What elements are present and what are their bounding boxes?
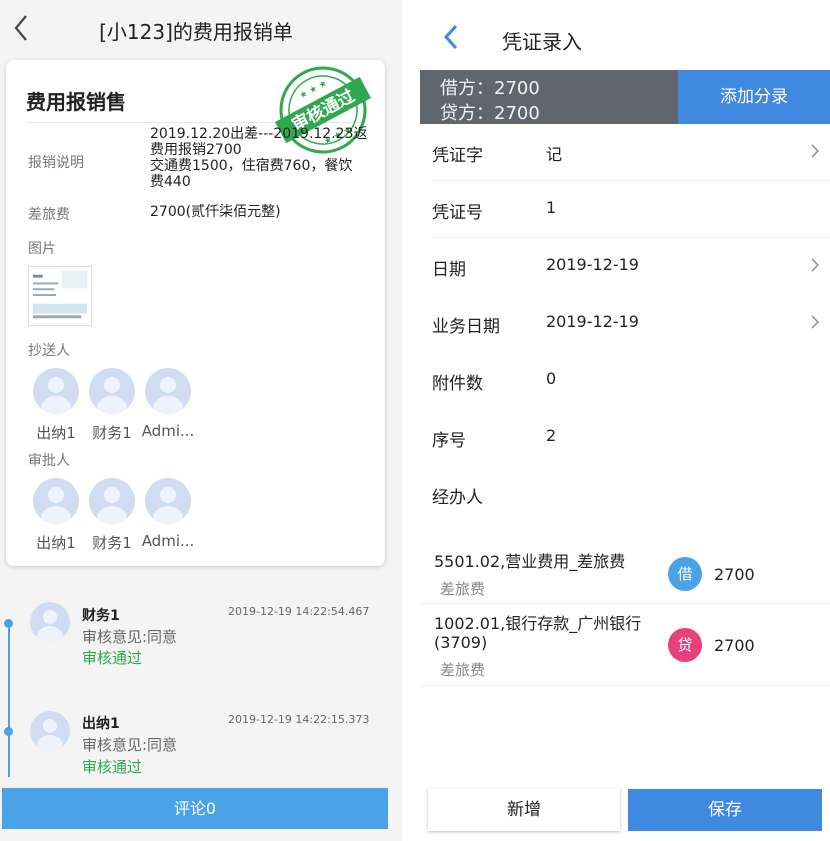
debit-badge: 借 — [668, 557, 702, 591]
account-line: (3709) — [434, 633, 488, 652]
bottom-action-bar: 新增 保存 — [420, 770, 830, 841]
chevron-right-icon — [811, 144, 820, 158]
comment-button[interactable]: 评论0 — [2, 788, 388, 829]
field-handler[interactable]: 经办人 — [420, 466, 830, 523]
avatar — [145, 478, 191, 524]
pane-divider — [402, 0, 420, 841]
person-name: 财务1 — [92, 534, 132, 552]
field-label: 日期 — [432, 260, 466, 280]
voucher-entry-pane: 凭证录入 借方：2700 贷方：2700 添加分录 凭证字 记 凭证号 1 日期… — [420, 0, 830, 841]
new-button[interactable]: 新增 — [428, 789, 620, 831]
credit-badge: 贷 — [668, 628, 702, 662]
field-voucher-number[interactable]: 凭证号 1 — [420, 181, 830, 238]
header-bar: [小123]的费用报销单 — [0, 0, 402, 58]
approval-opinion: 审核意见:同意 — [82, 736, 178, 754]
timeline-dot — [4, 727, 13, 736]
field-value: 2 — [546, 426, 557, 445]
field-business-date[interactable]: 业务日期 2019-12-19 — [420, 295, 830, 352]
approval-time: 2019-12-19 14:22:54.467 — [228, 605, 370, 618]
avatar — [30, 602, 70, 642]
desc-line: 交通费1500，住宿费760，餐饮 — [150, 158, 353, 174]
save-button[interactable]: 保存 — [628, 789, 822, 831]
avatar — [89, 478, 135, 524]
add-entry-button[interactable]: 添加分录 — [678, 70, 830, 124]
avatar — [33, 478, 79, 524]
entry-account: 5501.02,营业费用_差旅费 — [434, 552, 626, 571]
person-name: 财务1 — [92, 424, 132, 442]
field-voucher-type[interactable]: 凭证字 记 — [420, 124, 830, 181]
person-name: Admi... — [141, 422, 195, 440]
desc-line: 费用报销2700 — [150, 142, 242, 158]
field-attachments[interactable]: 附件数 0 — [420, 352, 830, 409]
approver-name: 财务1 — [82, 608, 120, 624]
expense-report-pane: [小123]的费用报销单 费用报销售 审核通过 ★ ★ ★ ★ ★ ★ 报销说明… — [0, 0, 402, 841]
entry-amount: 2700 — [714, 565, 755, 584]
cc-person[interactable]: 出纳1 — [32, 368, 80, 442]
person-name: 出纳1 — [36, 534, 76, 552]
person-name: Admi... — [141, 532, 195, 550]
expense-label: 差旅费 — [28, 207, 70, 223]
approver-label: 审批人 — [28, 453, 70, 469]
entry-amount: 2700 — [714, 636, 755, 655]
page-title: 凭证录入 — [502, 30, 582, 54]
entry-account: 1002.01,银行存款_广州银行 (3709) — [434, 614, 662, 652]
debit-total: 借方：2700 — [440, 78, 540, 99]
entry-summary: 差旅费 — [440, 580, 486, 598]
approval-status: 审核通过 — [82, 758, 143, 776]
field-label: 附件数 — [432, 374, 483, 394]
approver-person[interactable]: Admi... — [142, 478, 194, 550]
desc-line: 2019.12.20出差---2019.12.23返 — [150, 126, 368, 142]
field-label: 凭证字 — [432, 146, 483, 166]
approver-name: 出纳1 — [82, 716, 120, 732]
journal-entry-row[interactable]: 1002.01,银行存款_广州银行 (3709) 差旅费 贷 2700 — [420, 604, 830, 686]
approval-status: 审核通过 — [82, 649, 143, 667]
desc-line: 费440 — [150, 174, 191, 190]
approval-opinion: 审核意见:同意 — [82, 628, 178, 646]
timeline-dot — [4, 619, 13, 628]
entry-summary: 差旅费 — [440, 661, 486, 679]
back-arrow-icon[interactable] — [440, 22, 462, 52]
field-label: 业务日期 — [432, 317, 500, 337]
approver-person[interactable]: 财务1 — [88, 478, 136, 552]
approver-list: 出纳1 财务1 Admi... — [28, 478, 198, 558]
avatar — [30, 711, 70, 751]
header-bar: 凭证录入 — [420, 0, 830, 70]
timeline-line — [8, 622, 10, 777]
approval-time: 2019-12-19 14:22:15.373 — [228, 713, 370, 726]
field-value: 2019-12-19 — [546, 312, 639, 331]
cc-list: 出纳1 财务1 Admi... — [28, 368, 198, 448]
card-title: 费用报销售 — [26, 90, 126, 114]
field-date[interactable]: 日期 2019-12-19 — [420, 238, 830, 295]
cc-label: 抄送人 — [28, 343, 70, 359]
expense-card: 费用报销售 审核通过 ★ ★ ★ ★ ★ ★ 报销说明 2019.12.20出差… — [6, 60, 385, 566]
receipt-thumbnail[interactable] — [28, 266, 92, 326]
cc-person[interactable]: 财务1 — [88, 368, 136, 442]
person-name: 出纳1 — [36, 424, 76, 442]
page-title: [小123]的费用报销单 — [99, 20, 293, 44]
expense-value: 2700(贰仟柒佰元整) — [150, 204, 281, 220]
cc-person[interactable]: Admi... — [142, 368, 194, 440]
desc-label: 报销说明 — [28, 155, 84, 171]
account-line: 1002.01,银行存款_广州银行 — [434, 614, 642, 633]
images-label: 图片 — [28, 241, 56, 257]
field-value: 0 — [546, 369, 557, 388]
avatar — [145, 368, 191, 414]
field-label: 序号 — [432, 431, 466, 451]
field-label: 凭证号 — [432, 203, 483, 223]
approver-person[interactable]: 出纳1 — [32, 478, 80, 552]
field-value: 2019-12-19 — [546, 255, 639, 274]
desc-value: 2019.12.20出差---2019.12.23返 费用报销2700 交通费1… — [150, 126, 372, 190]
chevron-right-icon — [811, 315, 820, 329]
avatar — [33, 368, 79, 414]
credit-total: 贷方：2700 — [440, 103, 540, 124]
field-value: 1 — [546, 198, 557, 217]
field-label: 经办人 — [432, 488, 483, 508]
journal-entry-row[interactable]: 5501.02,营业费用_差旅费 差旅费 借 2700 — [420, 540, 830, 604]
balance-summary: 借方：2700 贷方：2700 — [420, 70, 678, 124]
field-sequence[interactable]: 序号 2 — [420, 409, 830, 466]
avatar — [89, 368, 135, 414]
chevron-right-icon — [811, 258, 820, 272]
field-value: 记 — [546, 145, 563, 164]
